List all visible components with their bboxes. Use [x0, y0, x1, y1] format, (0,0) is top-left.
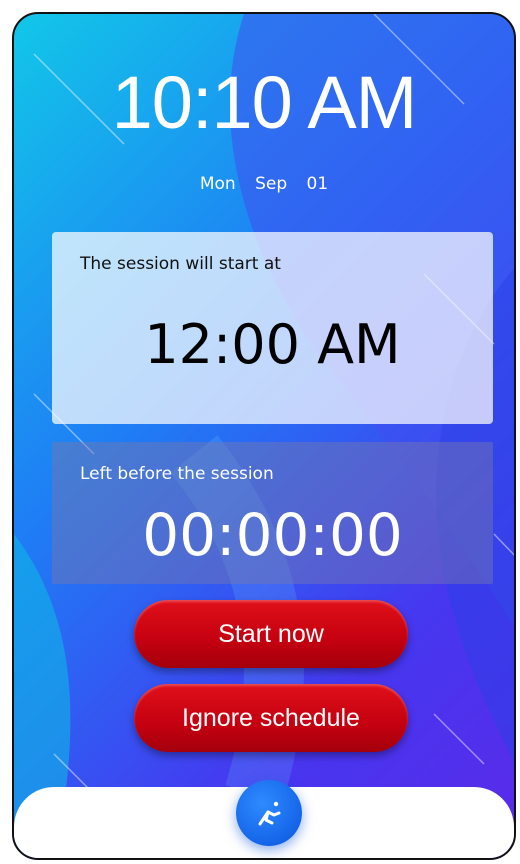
- session-start-label: The session will start at: [80, 254, 281, 274]
- start-now-button[interactable]: Start now: [134, 600, 408, 668]
- current-time: 10:10 AM: [111, 61, 418, 144]
- time-left-panel: Left before the session 00:00:00: [52, 442, 493, 584]
- date-day: 01: [306, 174, 329, 194]
- countdown-timer: 00:00:00: [142, 501, 403, 569]
- date-weekday: Mon: [199, 174, 236, 194]
- current-date: Mon Sep 01: [14, 174, 514, 194]
- app-screen: 10:10 AM Mon Sep 01 The session will sta…: [12, 12, 516, 860]
- runner-icon: [258, 801, 281, 826]
- session-start-panel: The session will start at 12:00 AM: [52, 232, 493, 424]
- runner-fab-button[interactable]: [236, 780, 302, 846]
- ignore-schedule-button[interactable]: Ignore schedule: [134, 684, 408, 752]
- time-left-label: Left before the session: [80, 464, 274, 484]
- date-month: Sep: [255, 174, 288, 194]
- session-start-time: 12:00 AM: [144, 313, 401, 376]
